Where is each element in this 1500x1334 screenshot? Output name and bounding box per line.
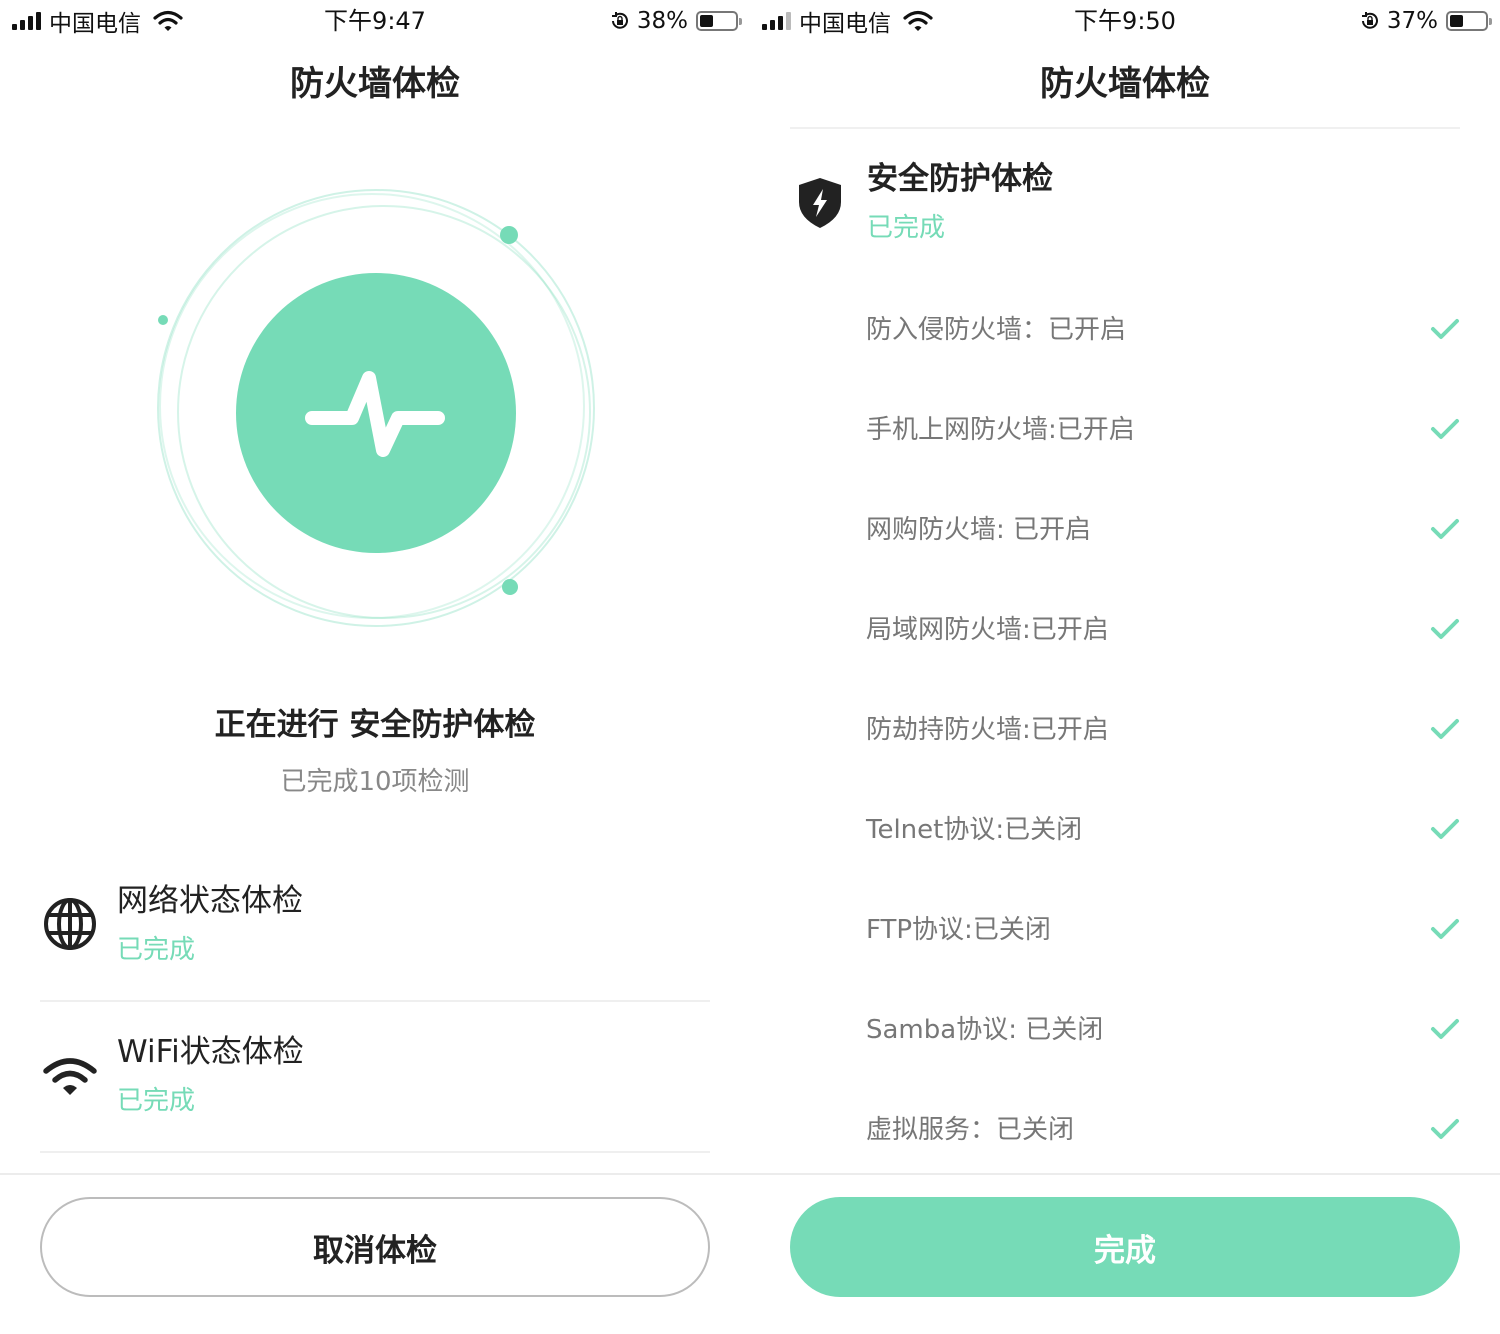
- bottom-bar: 完成: [750, 1173, 1500, 1334]
- rotation-lock-icon: [1361, 12, 1378, 29]
- orbit-dot: [500, 226, 518, 244]
- check-status: 已完成: [117, 1086, 196, 1116]
- item-label: Telnet协议:已关闭: [866, 815, 1083, 845]
- battery-percent: 38%: [636, 8, 688, 34]
- list-item: 局域网防火墙:已开启: [866, 580, 1460, 680]
- item-label: 手机上网防火墙:已开启: [866, 415, 1135, 445]
- check-title: WiFi状态体检: [117, 1034, 304, 1070]
- bottom-bar: 取消体检: [0, 1173, 750, 1334]
- check-icon: [1431, 719, 1459, 739]
- check-icon: [1431, 819, 1459, 839]
- list-item: Samba协议: 已关闭: [866, 980, 1460, 1080]
- battery-icon: [1446, 11, 1492, 31]
- check-title: 网络状态体检: [117, 883, 303, 919]
- scan-status-text: 正在进行 安全防护体检: [214, 707, 536, 743]
- list-item: 防劫持防火墙:已开启: [866, 680, 1460, 780]
- shield-bolt-icon: [799, 178, 841, 228]
- header-divider: [790, 127, 1460, 129]
- status-right: 38%: [609, 6, 742, 36]
- list-item: 虚拟服务：已关闭: [866, 1080, 1460, 1173]
- orbit-dot: [158, 315, 168, 325]
- section-title: 安全防护体检: [867, 161, 1053, 197]
- page-title: 防火墙体检: [1040, 64, 1210, 104]
- scan-count-text: 已完成10项检测: [280, 767, 470, 797]
- check-icon: [1431, 319, 1459, 339]
- list-item: FTP协议:已关闭: [866, 880, 1460, 980]
- rotation-lock-icon: [611, 12, 628, 29]
- item-label: 局域网防火墙:已开启: [866, 615, 1109, 645]
- scan-animation: [0, 150, 750, 670]
- check-icon: [1431, 619, 1459, 639]
- check-icon: [1431, 1119, 1459, 1139]
- list-item: Telnet协议:已关闭: [866, 780, 1460, 880]
- list-item: 手机上网防火墙:已开启: [866, 380, 1460, 480]
- status-bar: 中国电信 下午9:47 38%: [0, 0, 750, 42]
- item-label: FTP协议:已关闭: [866, 915, 1051, 945]
- item-label: 网购防火墙: 已开启: [866, 515, 1092, 545]
- section-status: 已完成: [867, 213, 946, 243]
- wifi-icon: [43, 1058, 97, 1095]
- globe-icon: [44, 898, 96, 950]
- check-row-network: 网络状态体检 已完成: [40, 852, 710, 1002]
- check-icon: [1431, 1019, 1459, 1039]
- results-screen: 中国电信 下午9:50 37% 防火墙体检 安全防护体检 已完成 防入侵防火墙：…: [750, 0, 1500, 1334]
- scanning-screen: 中国电信 下午9:47 38% 防火墙体检 正在进行 安全防护体检 已完成10项…: [0, 0, 750, 1334]
- section-header: 安全防护体检 已完成: [790, 150, 1460, 260]
- cancel-check-button[interactable]: 取消体检: [40, 1197, 710, 1297]
- orbit-dot: [502, 579, 518, 595]
- list-item: 防入侵防火墙：已开启: [866, 280, 1460, 380]
- page-title: 防火墙体检: [290, 64, 460, 104]
- item-label: 防入侵防火墙：已开启: [866, 315, 1127, 345]
- status-bar: 中国电信 下午9:50 37%: [750, 0, 1500, 42]
- item-label: 虚拟服务：已关闭: [866, 1115, 1075, 1145]
- check-icon: [1431, 919, 1459, 939]
- item-label: Samba协议: 已关闭: [866, 1015, 1104, 1045]
- check-icon: [1431, 519, 1459, 539]
- battery-percent: 37%: [1386, 8, 1438, 34]
- check-icon: [1431, 419, 1459, 439]
- item-label: 防劫持防火墙:已开启: [866, 715, 1109, 745]
- battery-icon: [696, 11, 742, 31]
- check-row-wifi: WiFi状态体检 已完成: [40, 1003, 710, 1153]
- check-status: 已完成: [117, 935, 196, 965]
- done-button[interactable]: 完成: [790, 1197, 1460, 1297]
- status-right: 37%: [1359, 6, 1492, 36]
- list-item: 网购防火墙: 已开启: [866, 480, 1460, 580]
- result-list: 防入侵防火墙：已开启 手机上网防火墙:已开启 网购防火墙: 已开启 局域网防火墙…: [750, 280, 1500, 1173]
